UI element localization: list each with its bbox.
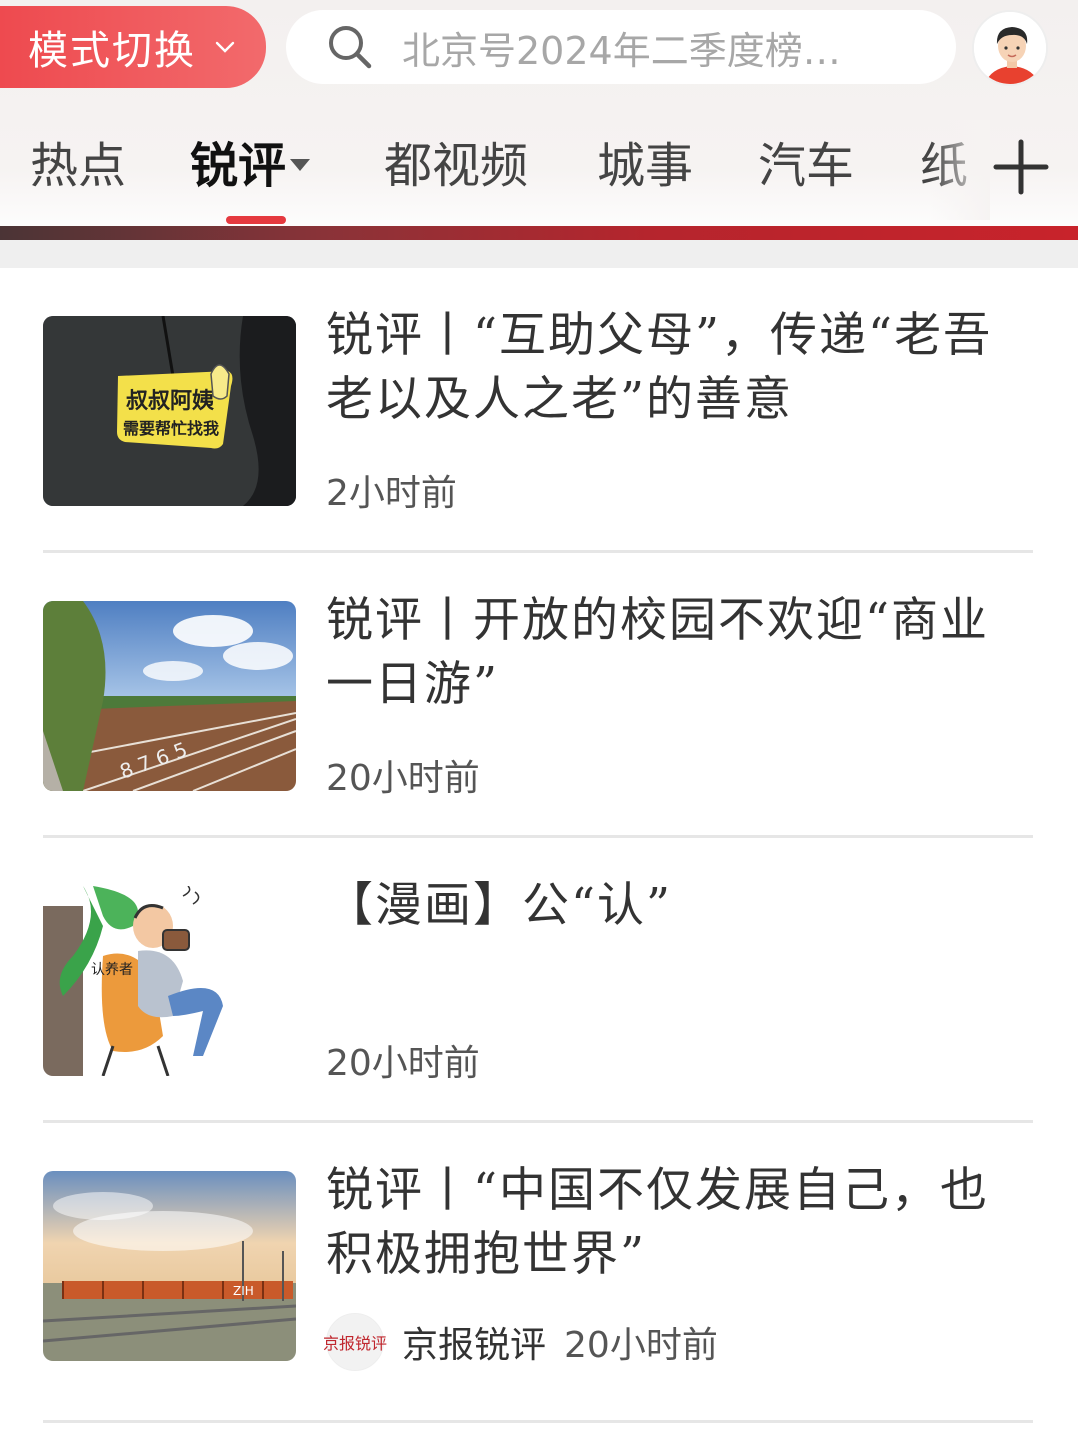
user-avatar[interactable] — [972, 10, 1048, 86]
news-thumbnail: 叔叔阿姨 需要帮忙找我 — [43, 316, 296, 506]
news-time: 20小时前 — [326, 758, 480, 799]
news-time: 2小时前 — [326, 473, 457, 514]
caret-down-icon — [290, 159, 311, 171]
tab-city[interactable]: 城事 — [597, 130, 693, 202]
tab-commentary[interactable]: 锐评 — [190, 130, 311, 202]
svg-text:需要帮忙找我: 需要帮忙找我 — [123, 419, 219, 438]
tab-video[interactable]: 都视频 — [384, 130, 528, 202]
tab-hot[interactable]: 热点 — [30, 130, 126, 202]
svg-text:认养者: 认养者 — [91, 962, 133, 978]
search-input[interactable]: 北京号2024年二季度榜… — [286, 10, 956, 84]
news-thumbnail: 认养者 — [43, 886, 296, 1076]
news-meta: 2小时前 — [326, 464, 457, 516]
add-channel-icon[interactable] — [992, 138, 1050, 196]
news-thumbnail: ZIH — [43, 1171, 296, 1361]
tab-auto[interactable]: 汽车 — [758, 130, 854, 202]
news-title: 锐评丨开放的校园不欢迎“商业一日游” — [326, 593, 990, 712]
news-time: 20小时前 — [326, 1043, 480, 1084]
top-header: 模式切换 北京号2024年二季度榜… 热点 锐评 都视频 城事 汽车 纸 — [0, 0, 1078, 240]
list-item[interactable]: 认养者 【漫画】公“认” 20小时前 — [0, 838, 1078, 1123]
list-item[interactable]: 叔叔阿姨 需要帮忙找我 锐评丨“互助父母”，传递“老吾老以及人之老”的善意 2小… — [0, 268, 1078, 553]
search-placeholder: 北京号2024年二季度榜… — [402, 28, 841, 73]
news-title: 锐评丨“互助父母”，传递“老吾老以及人之老”的善意 — [326, 308, 993, 427]
news-title: 锐评丨“中国不仅发展自己，也积极拥抱世界” — [326, 1163, 990, 1282]
channel-tabs: 热点 锐评 都视频 城事 汽车 纸 — [0, 130, 1078, 202]
list-item[interactable]: 8 7 6 5 锐评丨开放的校园不欢迎“商业一日游” 20小时前 — [0, 553, 1078, 838]
news-meta: 京报锐评 京报锐评 20小时前 — [323, 1313, 718, 1371]
header-banner-strip — [0, 226, 1078, 240]
tabs-fade — [930, 120, 990, 220]
search-icon — [326, 23, 374, 71]
news-meta: 20小时前 — [326, 1034, 480, 1086]
news-source[interactable]: 京报锐评 — [402, 1316, 546, 1368]
mode-switch-label: 模式切换 — [28, 28, 196, 74]
divider — [43, 1420, 1033, 1423]
news-title: 【漫画】公“认” — [326, 878, 673, 933]
news-meta: 20小时前 — [326, 749, 480, 801]
svg-text:叔叔阿姨: 叔叔阿姨 — [126, 389, 214, 414]
chevron-down-icon — [214, 36, 236, 58]
news-time: 20小时前 — [564, 1325, 718, 1366]
source-logo: 京报锐评 — [323, 1313, 387, 1371]
section-gap — [0, 240, 1078, 268]
active-tab-indicator — [226, 216, 286, 224]
svg-text:ZIH: ZIH — [233, 1284, 254, 1298]
list-item[interactable]: ZIH 锐评丨“中国不仅发展自己，也积极拥抱世界” 京报锐评 京报锐评 20小时… — [0, 1123, 1078, 1408]
mode-switch-button[interactable]: 模式切换 — [0, 6, 266, 88]
news-thumbnail: 8 7 6 5 — [43, 601, 296, 791]
